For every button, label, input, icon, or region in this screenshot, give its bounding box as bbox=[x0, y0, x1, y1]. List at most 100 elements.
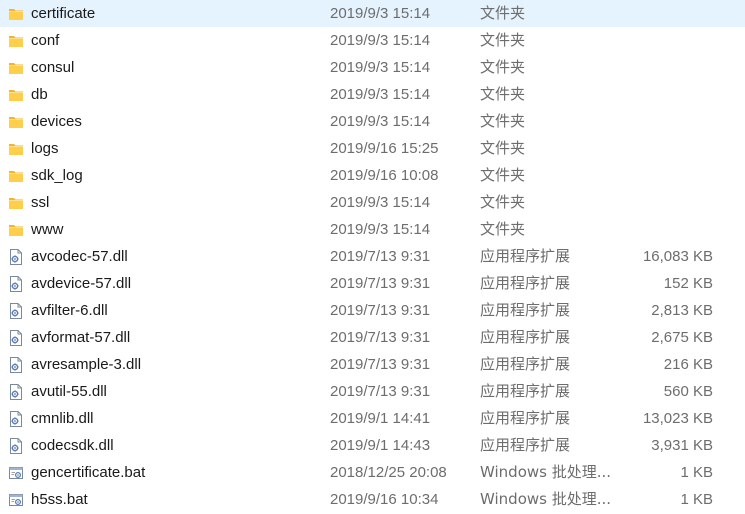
dll-file-icon bbox=[8, 438, 24, 454]
file-date-modified: 2019/9/3 15:14 bbox=[330, 113, 431, 130]
file-row[interactable]: codecsdk.dll 2019/9/1 14:43 应用程序扩展 3,931 KB bbox=[0, 432, 745, 459]
file-name: avutil-55.dll bbox=[31, 383, 107, 400]
file-name: www bbox=[31, 221, 64, 238]
file-type: 应用程序扩展 bbox=[480, 355, 571, 373]
file-name: avformat-57.dll bbox=[31, 329, 131, 346]
file-type: Windows 批处理... bbox=[480, 463, 612, 481]
file-row[interactable]: avcodec-57.dll 2019/7/13 9:31 应用程序扩展 16,083… bbox=[0, 243, 745, 270]
file-type: 应用程序扩展 bbox=[480, 436, 571, 454]
file-row[interactable]: gencertificate.bat 2018/12/25 20:08 Window… bbox=[0, 459, 745, 486]
folder-icon bbox=[8, 87, 24, 103]
dll-file-icon bbox=[8, 357, 24, 373]
file-date-modified: 2019/7/13 9:31 bbox=[330, 329, 431, 346]
file-name: certificate bbox=[31, 5, 96, 22]
file-name: gencertificate.bat bbox=[31, 464, 146, 481]
file-list: certificate 2019/9/3 15:14 文件夹 conf 2019/9/3… bbox=[0, 0, 745, 514]
file-row[interactable]: avdevice-57.dll 2019/7/13 9:31 应用程序扩展 152 K… bbox=[0, 270, 745, 297]
file-date-modified: 2019/9/16 15:25 bbox=[330, 140, 439, 157]
file-date-modified: 2019/7/13 9:31 bbox=[330, 356, 431, 373]
file-size: 152 KB bbox=[663, 275, 713, 292]
file-row[interactable]: devices 2019/9/3 15:14 文件夹 bbox=[0, 108, 745, 135]
file-date-modified: 2019/9/3 15:14 bbox=[330, 221, 431, 238]
file-row[interactable]: avformat-57.dll 2019/7/13 9:31 应用程序扩展 2,675… bbox=[0, 324, 745, 351]
file-size: 2,675 KB bbox=[651, 329, 713, 346]
folder-icon bbox=[8, 168, 24, 184]
file-size: 2,813 KB bbox=[651, 302, 713, 319]
file-size: 16,083 KB bbox=[642, 248, 713, 265]
file-row[interactable]: db 2019/9/3 15:14 文件夹 bbox=[0, 81, 745, 108]
file-type: 应用程序扩展 bbox=[480, 409, 571, 427]
file-name: db bbox=[31, 86, 48, 103]
file-row[interactable]: sdk_log 2019/9/16 10:08 文件夹 bbox=[0, 162, 745, 189]
file-date-modified: 2019/7/13 9:31 bbox=[330, 275, 431, 292]
file-size: 1 KB bbox=[680, 491, 713, 508]
file-row[interactable]: avfilter-6.dll 2019/7/13 9:31 应用程序扩展 2,813 … bbox=[0, 297, 745, 324]
file-row[interactable]: avresample-3.dll 2019/7/13 9:31 应用程序扩展 216 … bbox=[0, 351, 745, 378]
file-date-modified: 2019/7/13 9:31 bbox=[330, 383, 431, 400]
file-type: 文件夹 bbox=[480, 220, 526, 238]
file-row[interactable]: certificate 2019/9/3 15:14 文件夹 bbox=[0, 0, 745, 27]
file-name: ssl bbox=[31, 194, 50, 211]
file-type: 应用程序扩展 bbox=[480, 247, 571, 265]
folder-icon bbox=[8, 141, 24, 157]
dll-file-icon bbox=[8, 330, 24, 346]
file-row[interactable]: h5ss.bat 2019/9/16 10:34 Windows 批处理... 1 K… bbox=[0, 486, 745, 513]
dll-file-icon bbox=[8, 303, 24, 319]
file-type: 应用程序扩展 bbox=[480, 382, 571, 400]
file-date-modified: 2019/9/3 15:14 bbox=[330, 32, 431, 49]
file-type: 文件夹 bbox=[480, 4, 526, 22]
file-type: 文件夹 bbox=[480, 85, 526, 103]
file-type: 文件夹 bbox=[480, 112, 526, 130]
file-date-modified: 2019/9/3 15:14 bbox=[330, 194, 431, 211]
file-name: avfilter-6.dll bbox=[31, 302, 108, 319]
file-type: 文件夹 bbox=[480, 139, 526, 157]
file-date-modified: 2018/12/25 20:08 bbox=[330, 464, 447, 481]
file-type: 应用程序扩展 bbox=[480, 301, 571, 319]
file-name: devices bbox=[31, 113, 82, 130]
file-date-modified: 2019/9/3 15:14 bbox=[330, 5, 431, 22]
file-name: logs bbox=[31, 140, 59, 157]
file-date-modified: 2019/9/3 15:14 bbox=[330, 86, 431, 103]
file-name: avdevice-57.dll bbox=[31, 275, 132, 292]
file-row[interactable]: avutil-55.dll 2019/7/13 9:31 应用程序扩展 560 KB bbox=[0, 378, 745, 405]
file-row[interactable]: cmnlib.dll 2019/9/1 14:41 应用程序扩展 13,023 KB bbox=[0, 405, 745, 432]
file-name: codecsdk.dll bbox=[31, 437, 114, 454]
file-name: h5ss.bat bbox=[31, 491, 88, 508]
file-name: avresample-3.dll bbox=[31, 356, 142, 373]
folder-icon bbox=[8, 6, 24, 22]
file-row[interactable]: ssl 2019/9/3 15:14 文件夹 bbox=[0, 189, 745, 216]
file-size: 1 KB bbox=[680, 464, 713, 481]
file-name: consul bbox=[31, 59, 75, 76]
folder-icon bbox=[8, 60, 24, 76]
file-date-modified: 2019/9/1 14:43 bbox=[330, 437, 431, 454]
folder-icon bbox=[8, 114, 24, 130]
file-date-modified: 2019/7/13 9:31 bbox=[330, 248, 431, 265]
folder-icon bbox=[8, 222, 24, 238]
file-row[interactable]: logs 2019/9/16 15:25 文件夹 bbox=[0, 135, 745, 162]
file-date-modified: 2019/7/13 9:31 bbox=[330, 302, 431, 319]
file-row[interactable]: conf 2019/9/3 15:14 文件夹 bbox=[0, 27, 745, 54]
file-size: 3,931 KB bbox=[651, 437, 713, 454]
bat-file-icon bbox=[8, 465, 24, 481]
file-type: Windows 批处理... bbox=[480, 490, 612, 508]
folder-icon bbox=[8, 195, 24, 211]
file-date-modified: 2019/9/16 10:08 bbox=[330, 167, 439, 184]
bat-file-icon bbox=[8, 492, 24, 508]
file-type: 文件夹 bbox=[480, 193, 526, 211]
file-size: 216 KB bbox=[663, 356, 713, 373]
file-date-modified: 2019/9/16 10:34 bbox=[330, 491, 439, 508]
file-size: 560 KB bbox=[663, 383, 713, 400]
file-row[interactable]: consul 2019/9/3 15:14 文件夹 bbox=[0, 54, 745, 81]
file-name: avcodec-57.dll bbox=[31, 248, 128, 265]
file-type: 文件夹 bbox=[480, 31, 526, 49]
file-row[interactable]: www 2019/9/3 15:14 文件夹 bbox=[0, 216, 745, 243]
file-size: 13,023 KB bbox=[642, 410, 713, 427]
file-name: sdk_log bbox=[31, 167, 83, 184]
dll-file-icon bbox=[8, 411, 24, 427]
dll-file-icon bbox=[8, 276, 24, 292]
dll-file-icon bbox=[8, 384, 24, 400]
file-name: conf bbox=[31, 32, 60, 49]
file-date-modified: 2019/9/1 14:41 bbox=[330, 410, 431, 427]
file-type: 文件夹 bbox=[480, 58, 526, 76]
folder-icon bbox=[8, 33, 24, 49]
